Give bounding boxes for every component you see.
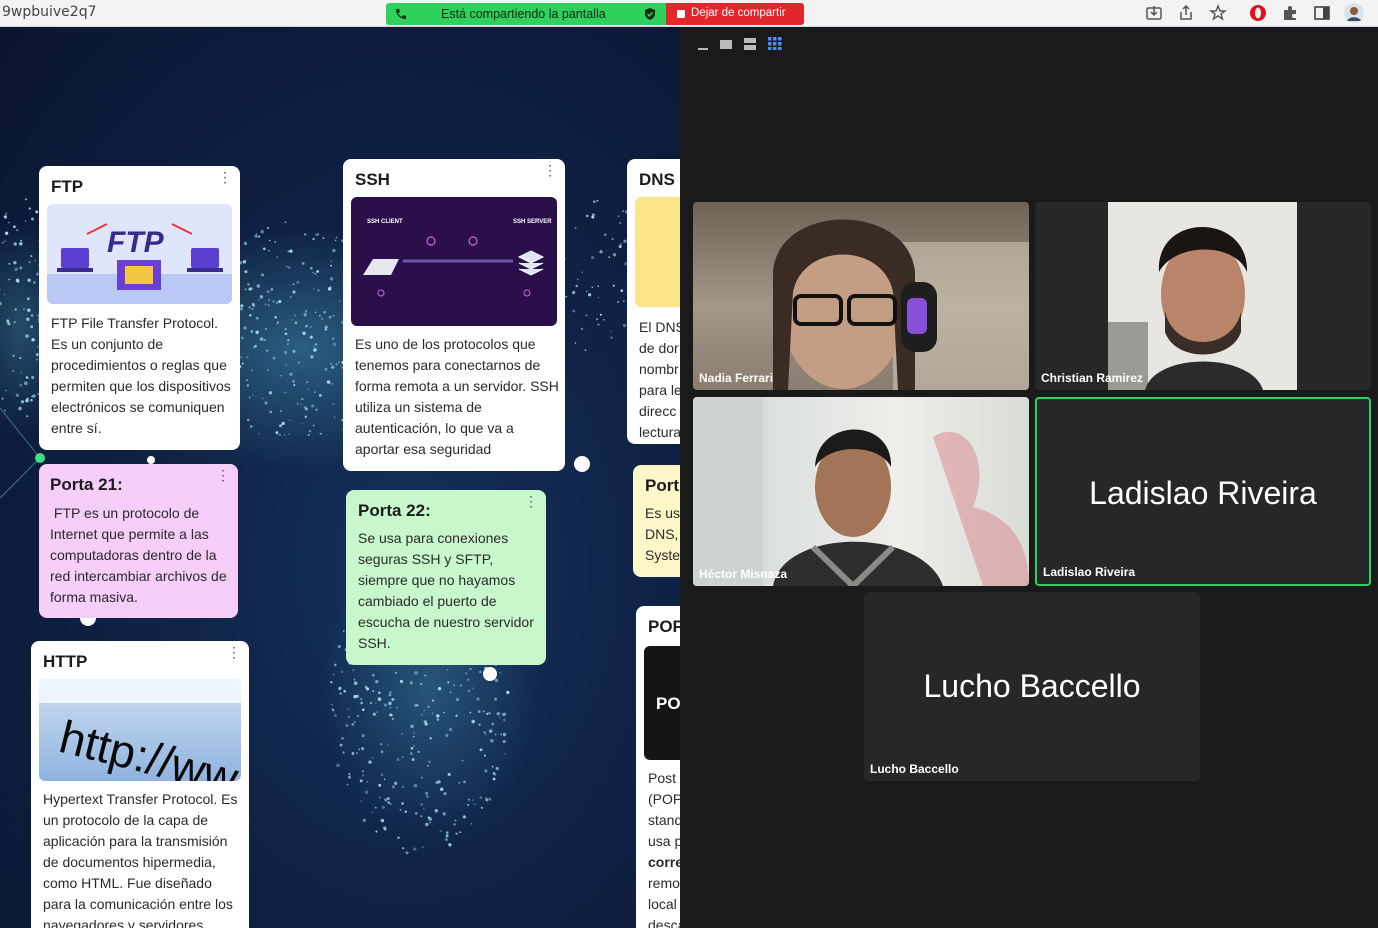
ftp-illustration: FTP [47,204,232,304]
sharing-status-text: Está compartiendo la pantalla [441,7,606,21]
body-line: DNS, [645,526,679,542]
body-line: stand [648,812,680,828]
dns-card[interactable]: DNS El DNS de dor nombr para le direcc l… [627,159,680,444]
stop-sharing-label: Dejar de compartir [691,7,786,19]
ssh-port-card[interactable]: Porta 22: ⋮ Se usa para conexiones segur… [346,490,546,665]
card-title: HTTP [43,652,88,671]
body-line: de dor [639,340,679,356]
ssh-illustration: SSH CLIENT SSH SERVER [351,197,557,326]
more-options-icon[interactable]: ⋮ [218,170,232,184]
install-app-icon[interactable] [1145,4,1163,22]
side-panel-icon[interactable] [1313,4,1331,22]
ftp-card[interactable]: FTP ⋮ FTP FTP File Transfer Protocol. Es… [39,166,240,450]
participant-name: Lucho Baccello [870,762,959,776]
share-icon[interactable] [1177,4,1195,22]
view-layout-toolbar [698,37,782,50]
participant-name: Ladislao Riveira [1043,565,1136,579]
phone-icon [396,9,406,19]
card-body: Hypertext Transfer Protocol. Es un proto… [43,791,238,928]
ftp-port-card[interactable]: Porta 21: ⋮ FTP es un protocolo de Inter… [39,464,238,618]
ftp-image-text: FTP [107,226,165,259]
profile-avatar-icon[interactable] [1343,2,1365,24]
card-title: POP [648,617,680,636]
participant-name: Christian Ramirez [1041,371,1144,385]
body-line: (POP [648,791,680,807]
single-speaker-view-icon[interactable] [720,40,732,49]
ssh-client-label: SSH CLIENT [367,219,403,225]
stop-sharing-button[interactable]: Dejar de compartir [666,3,804,25]
pop-card[interactable]: POP PO Post (POP stand usa p corre remo … [636,606,680,928]
screen-sharing-banner: Está compartiendo la pantalla [386,3,666,25]
strip-view-icon[interactable] [744,38,756,50]
participant-video [1108,202,1297,390]
participant-name: Héctor Misnaza [699,567,788,581]
body-line: Post [648,770,677,786]
participant-name: Nadia Ferrari [699,371,774,385]
body-line: lectura [639,424,680,440]
participant-video [773,219,1029,390]
bookmark-star-icon[interactable] [1209,4,1227,22]
card-title: FTP [51,177,84,196]
card-body: Es uno de los protocolos que tenemos par… [355,336,559,457]
http-illustration: http://ww [39,679,241,781]
ssh-card[interactable]: SSH ⋮ SSH CLIENT SSH SERVER Es uno de lo… [343,159,565,471]
board-canvas: FTP ⋮ FTP FTP File Transfer Protocol. Es… [0,28,680,928]
extensions-puzzle-icon[interactable] [1281,4,1299,22]
ssh-server-label: SSH SERVER [513,219,552,225]
http-image-text: http://ww [55,710,241,781]
video-meeting-panel: Nadia Ferrari Christian Ramirez Héctor M… [680,28,1378,928]
body-line: descargar los mensajes de [648,917,680,928]
more-options-icon[interactable]: ⋮ [227,645,241,659]
card-body: Se usa para conexiones seguras SSH y SFT… [358,530,534,651]
participant-tile[interactable]: Héctor Misnaza [693,397,1029,586]
pop-illustration: PO [644,646,680,760]
participant-tile[interactable]: Nadia Ferrari [693,202,1029,390]
card-body: FTP File Transfer Protocol. Es un conjun… [51,315,231,436]
minimize-view-icon[interactable] [698,48,708,50]
card-title: DNS [639,170,675,189]
card-body: Es us DNS, Syste [645,503,680,566]
body-line: remo [648,875,680,891]
body-line: direcc [639,403,677,419]
more-options-icon[interactable]: ⋮ [543,163,557,177]
card-body: El DNS de dor nombr para le direcc lectu… [639,317,680,443]
stop-icon [677,10,685,18]
card-body: FTP es un protocolo de Internet que perm… [50,505,231,605]
participant-tile-active-speaker[interactable]: Ladislao Riveira Ladislao Riveira [1035,397,1371,586]
body-line: Syste [645,547,680,563]
more-options-icon[interactable]: ⋮ [524,494,538,508]
http-image-graphic: http://ww [39,679,241,781]
card-title: Port [645,476,679,495]
gallery-view-icon[interactable] [768,37,782,50]
http-card[interactable]: HTTP ⋮ http://ww Hypertext Transfer Prot… [31,641,249,928]
body-line: El DNS [639,319,680,335]
dns-port-card[interactable]: Port Es us DNS, Syste [633,465,680,577]
card-body: Post (POP stand usa p corre remo local d… [648,768,680,928]
ftp-image-graphic: FTP [47,223,232,304]
ssh-image-graphic: SSH CLIENT SSH SERVER [363,219,552,297]
body-line: local [648,896,677,912]
pop-image-text: PO [656,694,680,713]
body-line: para le [639,382,680,398]
participant-tile[interactable]: Christian Ramirez [1035,202,1371,390]
body-line: usa p [648,833,680,849]
card-title: Porta 22: [358,501,431,520]
body-line: nombr [639,361,679,377]
card-title: SSH [355,170,390,189]
card-title: Porta 21: [50,475,123,494]
browser-toolbar: 9wpbuive2q7 Está compartiendo la pantall… [0,0,1378,27]
participant-display-name: Ladislao Riveira [1089,475,1317,511]
dns-illustration [635,197,680,307]
opera-icon[interactable] [1249,4,1267,22]
participant-display-name: Lucho Baccello [923,668,1141,704]
body-line: corre [648,854,680,870]
participant-tile[interactable]: Lucho Baccello Lucho Baccello [864,592,1200,781]
body-line: Es us [645,505,680,521]
participant-video [693,397,1029,586]
shield-icon [645,8,655,20]
url-text[interactable]: 9wpbuive2q7 [2,4,97,20]
more-options-icon[interactable]: ⋮ [216,468,230,482]
